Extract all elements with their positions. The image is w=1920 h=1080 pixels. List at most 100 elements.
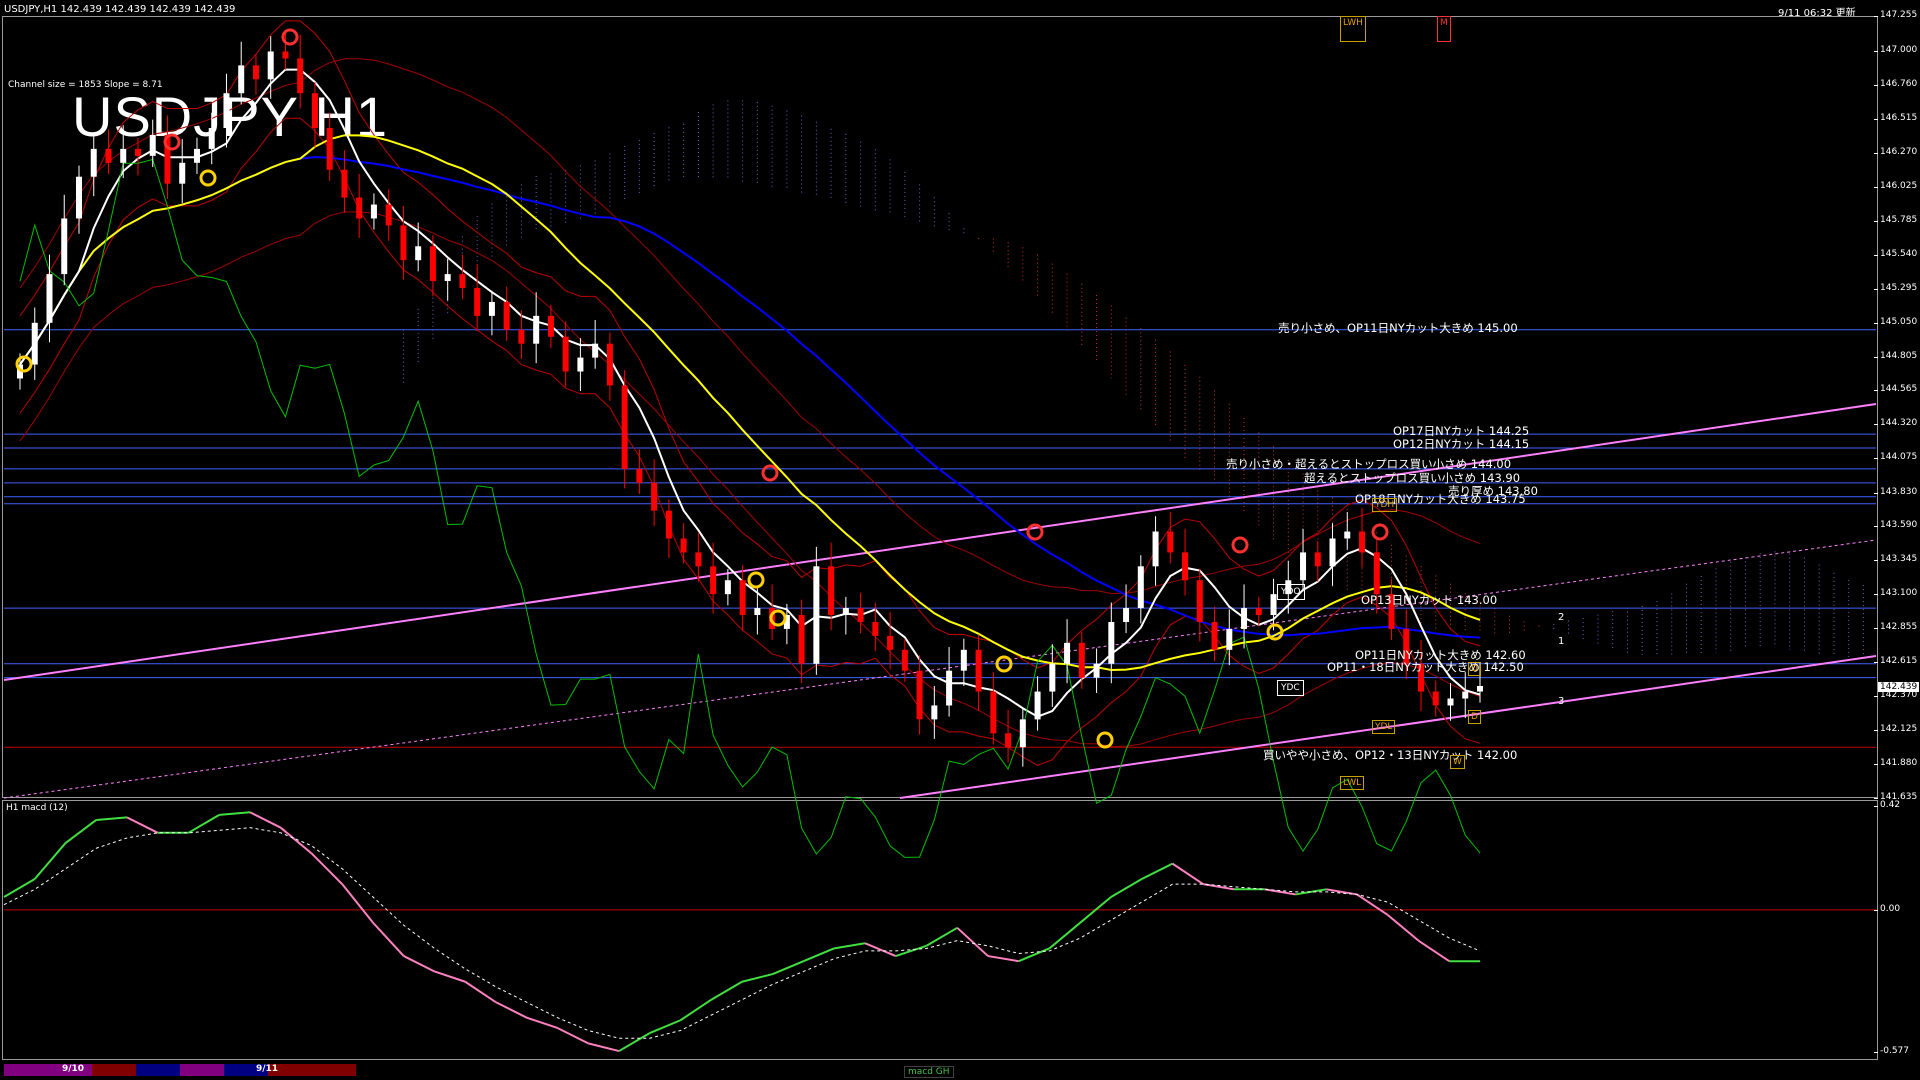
candle-body: [1477, 685, 1483, 692]
candle-body: [1329, 538, 1336, 567]
macd-segment: [341, 883, 374, 924]
macd-segment: [249, 811, 282, 829]
candle-body: [193, 148, 200, 163]
ydl-marker: YDL: [1372, 720, 1396, 734]
macd-segment: [864, 942, 897, 957]
candle-body: [1123, 608, 1130, 622]
price-tick: 144.320: [1873, 418, 1918, 429]
candle-body: [1447, 698, 1454, 706]
candle-body: [695, 552, 702, 567]
candle-body: [1226, 628, 1233, 650]
session-segment: [136, 1064, 180, 1076]
price-chart-canvas[interactable]: [0, 0, 1920, 1080]
candle-body: [1314, 552, 1321, 567]
candle-body: [356, 197, 363, 219]
price-tick: 143.830: [1873, 486, 1918, 497]
candle-body: [680, 538, 687, 553]
channel-mid: [3, 539, 1877, 799]
macd-tick-zero: 0.00: [1873, 904, 1901, 914]
macd-segment: [1110, 878, 1143, 898]
price-tick: 141.880: [1873, 757, 1918, 768]
candle-body: [1093, 663, 1100, 678]
candle-body: [1064, 642, 1071, 664]
macd-segment: [372, 922, 405, 957]
candle-body: [61, 218, 68, 275]
macd-segment: [3, 878, 36, 898]
candle-body: [946, 670, 953, 706]
bollinger-lower: [19, 117, 1481, 766]
session-segment: [180, 1064, 224, 1076]
candle-body: [252, 65, 259, 80]
candle-body: [282, 51, 289, 59]
macd-segment: [495, 1001, 528, 1019]
annotation-144-15: OP12日NYカット 144.15: [1393, 437, 1530, 451]
candle-body: [120, 148, 127, 163]
macd-segment: [895, 944, 927, 958]
candle-body: [223, 93, 230, 129]
price-tick: 144.805: [1873, 350, 1918, 361]
macd-segment: [1356, 893, 1389, 916]
candle-body: [46, 274, 53, 323]
channel-upper: [3, 403, 1877, 681]
macd-segment: [557, 1027, 589, 1045]
macd-segment: [96, 816, 128, 821]
signal-markers: [15, 28, 1389, 749]
candle-body: [90, 148, 97, 177]
ma-mid-line: [19, 134, 1481, 671]
macd-segment: [956, 927, 989, 957]
candle-body: [149, 134, 156, 156]
macd-segment: [64, 819, 97, 844]
candle-body: [297, 58, 304, 94]
candle-body: [1211, 621, 1218, 650]
candle-body: [1255, 608, 1262, 616]
price-tick: 145.540: [1873, 248, 1918, 259]
candle-body: [488, 301, 495, 316]
price-tick: 142.125: [1873, 723, 1918, 734]
price-scale[interactable]: 147.255 147.000 146.760 146.515 146.270 146.0…: [1873, 0, 1920, 802]
envelope-upper: [19, 58, 1481, 594]
annotation-142-00: 買いやや小さめ、OP12・13日NYカット 142.00: [1263, 748, 1518, 762]
price-tick: 143.345: [1873, 554, 1918, 565]
candle-body: [518, 329, 525, 344]
macd-tick-top: 0.42: [1873, 800, 1901, 810]
candle-body: [1462, 691, 1469, 699]
candle-body: [1432, 691, 1439, 706]
candle-body: [1005, 733, 1012, 748]
macd-segment: [310, 852, 343, 885]
candle-body: [1108, 621, 1115, 664]
candle-body: [1152, 531, 1159, 567]
candle-body: [916, 670, 923, 720]
macd-segment: [649, 1019, 681, 1035]
session-label-9-10: 9/10: [62, 1064, 85, 1074]
annotation-142-50: OP11・18日NYカット大きめ 142.50: [1327, 660, 1524, 674]
candle-body: [1270, 594, 1277, 616]
candle-body: [739, 580, 746, 616]
macd-tab[interactable]: macd GH: [904, 1066, 954, 1078]
macd-segment: [1326, 888, 1358, 896]
candle-body: [208, 128, 215, 149]
price-tick: 147.000: [1873, 45, 1918, 56]
macd-segment: [1018, 947, 1050, 963]
macd-segment: [1387, 914, 1420, 942]
candle-body: [1049, 663, 1056, 692]
price-tick: 142.615: [1873, 655, 1918, 666]
current-price-badge: 142.439: [1878, 682, 1920, 692]
candle-body: [636, 468, 643, 483]
candle-body: [960, 649, 967, 671]
candle-body: [1344, 531, 1351, 539]
candle-body: [415, 246, 422, 261]
candle-body: [1359, 531, 1366, 553]
candle-body: [1373, 552, 1380, 595]
candle-body: [341, 169, 348, 198]
signal-marker-icon: [761, 464, 779, 482]
ma-long-line: [19, 156, 1481, 639]
candle-body: [828, 566, 835, 616]
price-tick: 146.760: [1873, 78, 1918, 89]
price-tick: 146.270: [1873, 147, 1918, 158]
signal-marker-icon: [199, 169, 217, 187]
candle-body: [577, 357, 584, 372]
candle-body: [1167, 531, 1174, 553]
candle-body: [857, 608, 864, 622]
price-tick: 145.785: [1873, 214, 1918, 225]
macd-segment: [219, 811, 251, 816]
